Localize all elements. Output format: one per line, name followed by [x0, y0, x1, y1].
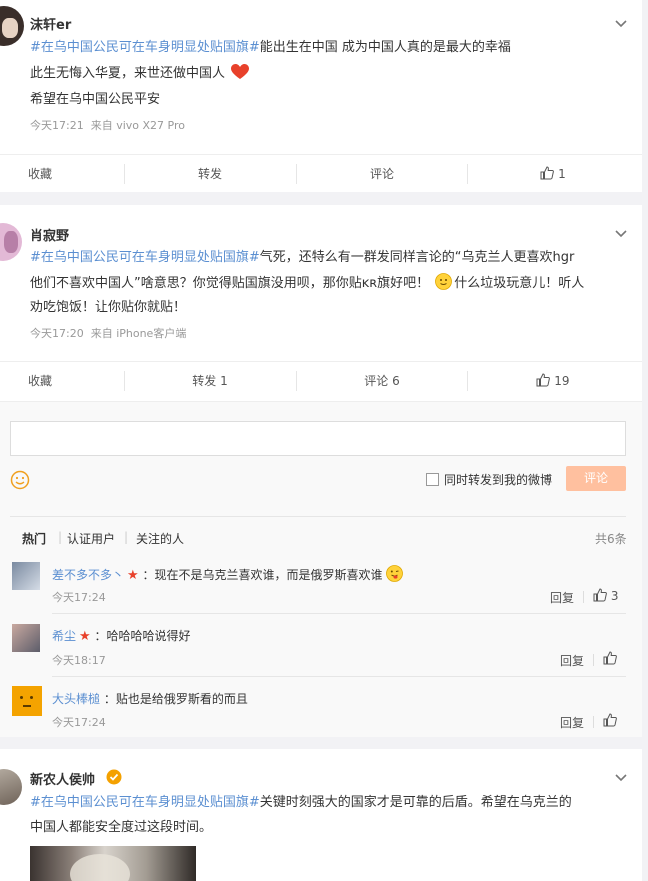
repost-checkbox[interactable] [426, 473, 439, 486]
comment-time: 今天17:24 [52, 716, 106, 729]
comment-text: 希尘 ★ ：哈哈哈哈说得好 [52, 629, 191, 644]
comment-like-button[interactable] [603, 651, 617, 666]
submit-comment-button[interactable]: 评论 [566, 466, 626, 491]
post-text-line: 他们不喜欢中国人”啥意思？你觉得贴国旗没用呗，那你贴ĸʀ旗好吧！ 什么垃圾玩意儿… [30, 273, 584, 294]
avatar[interactable] [12, 562, 40, 590]
comment-like-button[interactable]: 3 [593, 588, 618, 603]
post-actions: 收藏 转发 1 评论 6 19 [0, 361, 642, 400]
favorite-button[interactable]: 收藏 [0, 362, 80, 400]
comment-time: 今天18:17 [52, 654, 106, 667]
avatar[interactable] [0, 769, 22, 805]
username[interactable]: 新农人侯帅 [30, 769, 95, 788]
comment-text: 大头棒槌 ：贴也是给俄罗斯看的而且 [52, 692, 248, 706]
post-actions: 收藏 转发 评论 1 [0, 154, 642, 193]
post-text-line: #在乌中国公民可在车身明显处贴国旗#能出生在中国 成为中国人真的是最大的幸福 [30, 40, 511, 55]
post-meta: 今天17:20 来自 iPhone客户端 [30, 325, 186, 341]
favorite-button[interactable]: 收藏 [0, 155, 80, 193]
post-card: 沫轩er #在乌中国公民可在车身明显处贴国旗#能出生在中国 成为中国人真的是最大… [0, 0, 642, 192]
post-text-line: 希望在乌中国公民平安 [30, 92, 161, 107]
like-count: 19 [554, 374, 570, 388]
thumbs-up-icon [593, 588, 607, 602]
reply-button[interactable]: 回复 [550, 589, 574, 606]
repost-checkbox-label: 同时转发到我的微博 [444, 473, 553, 487]
topic-link[interactable]: #在乌中国公民可在车身明显处贴国旗# [30, 40, 260, 55]
comment-section: 同时转发到我的微博 评论 热门 | 认证用户 | 关注的人 共6条 差不多不多丶… [0, 401, 642, 737]
commenter-name[interactable]: 希尘 [52, 629, 76, 643]
tab-hot[interactable]: 热门 [22, 530, 46, 547]
post-card: 新农人侯帅 #在乌中国公民可在车身明显处贴国旗#关键时刻强大的国家才是可靠的后盾… [0, 749, 642, 881]
like-button[interactable]: 1 [467, 155, 639, 193]
thumbs-up-icon [540, 166, 555, 180]
chevron-down-icon[interactable] [614, 17, 628, 31]
reply-button[interactable]: 回复 [560, 714, 584, 731]
emoji-picker-icon[interactable] [10, 470, 30, 490]
post-text-line: 此生无悔入华夏，来世还做中国人 [30, 64, 250, 84]
post-image[interactable] [30, 846, 196, 881]
smile-emoji-icon [435, 273, 453, 290]
thumbs-up-icon [603, 651, 617, 665]
post-text-line: #在乌中国公民可在车身明显处贴国旗#关键时刻强大的国家才是可靠的后盾。希望在乌克… [30, 795, 572, 810]
post-source: 来自 vivo X27 Pro [90, 119, 185, 132]
avatar[interactable] [12, 686, 42, 716]
comment-button[interactable]: 评论 6 [296, 362, 468, 400]
chevron-down-icon[interactable] [614, 227, 628, 241]
post-time[interactable]: 今天17:20 [30, 327, 84, 340]
post-text-line: #在乌中国公民可在车身明显处贴国旗#气死，还特么有一群发同样言论的“乌克兰人更喜… [30, 250, 575, 265]
reply-button[interactable]: 回复 [560, 652, 584, 669]
comment-input[interactable] [10, 421, 626, 456]
avatar[interactable] [0, 6, 24, 46]
topic-link[interactable]: #在乌中国公民可在车身明显处贴国旗# [30, 250, 260, 265]
comment-like-button[interactable] [603, 713, 617, 728]
username[interactable]: 沫轩er [30, 14, 71, 33]
comment-text: 差不多不多丶 ★ ：现在不是乌克兰喜欢谁，而是俄罗斯喜欢谁 [52, 565, 404, 583]
chevron-down-icon[interactable] [614, 771, 628, 785]
thumbs-up-icon [536, 373, 551, 387]
verified-badge-icon [106, 769, 122, 785]
post-text-line: 中国人都能安全度过这段时间。 [30, 820, 213, 835]
comment-total: 共6条 [595, 532, 627, 546]
like-count: 1 [558, 167, 566, 181]
post-time[interactable]: 今天17:21 [30, 119, 84, 132]
repost-button[interactable]: 转发 [124, 155, 296, 193]
tab-following[interactable]: 关注的人 [136, 530, 184, 547]
like-button[interactable]: 19 [467, 362, 639, 400]
tongue-emoji-icon [386, 565, 404, 582]
post-source: 来自 iPhone客户端 [90, 327, 187, 340]
thumbs-up-icon [603, 713, 617, 727]
post-text-line: 劝吃饱饭！让你贴你就贴！ [30, 300, 187, 315]
post-meta: 今天17:21 来自 vivo X27 Pro [30, 117, 185, 133]
topic-link[interactable]: #在乌中国公民可在车身明显处贴国旗# [30, 795, 260, 810]
avatar[interactable] [12, 624, 40, 652]
star-icon: ★ [127, 568, 139, 583]
repost-button[interactable]: 转发 1 [124, 362, 296, 400]
star-icon: ★ [79, 629, 91, 644]
commenter-name[interactable]: 差不多不多丶 [52, 568, 124, 582]
comment-button[interactable]: 评论 [296, 155, 468, 193]
avatar[interactable] [0, 223, 22, 261]
heart-icon [231, 64, 250, 79]
comment-time: 今天17:24 [52, 591, 106, 604]
comment-like-count: 3 [610, 589, 619, 603]
username[interactable]: 肖寂野 [30, 225, 69, 244]
tab-verified[interactable]: 认证用户 [67, 530, 115, 547]
commenter-name[interactable]: 大头棒槌 [52, 692, 100, 706]
post-card: 肖寂野 #在乌中国公民可在车身明显处贴国旗#气死，还特么有一群发同样言论的“乌克… [0, 205, 642, 401]
